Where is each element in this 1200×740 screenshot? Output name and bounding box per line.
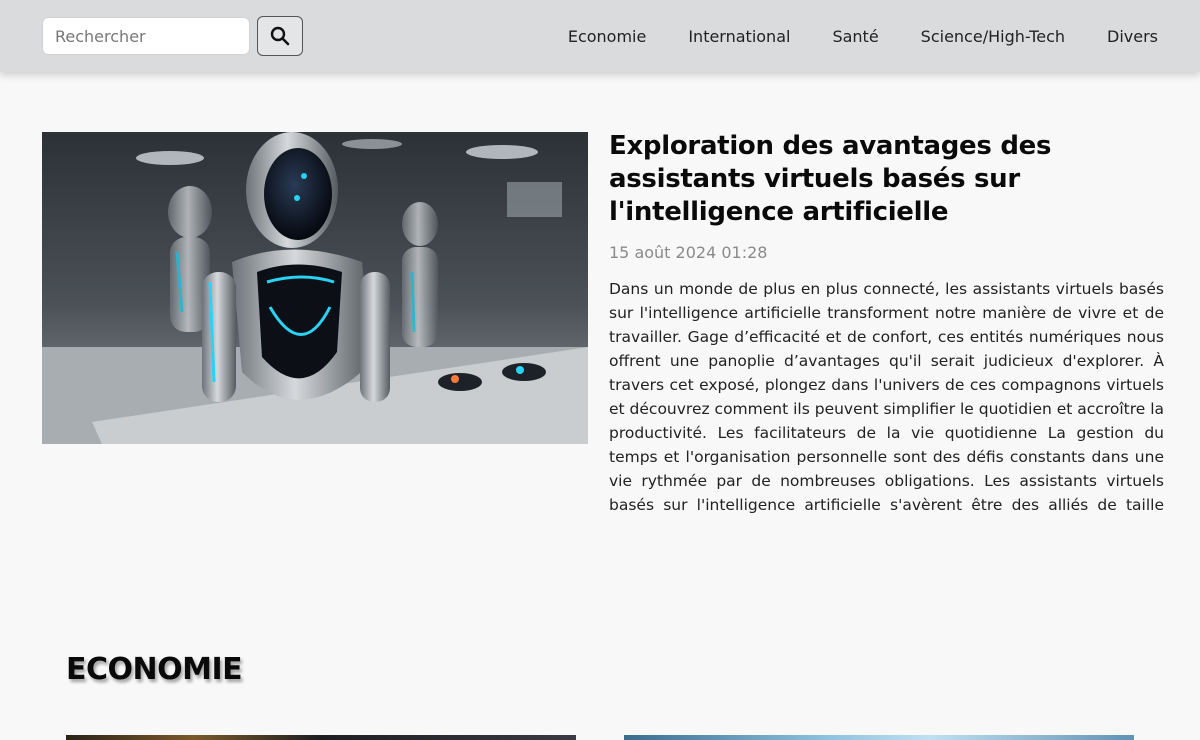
nav-economie[interactable]: Economie bbox=[568, 27, 647, 46]
search-button[interactable] bbox=[257, 16, 303, 56]
section-title-economie: ECONOMIE bbox=[66, 652, 243, 687]
search-icon bbox=[270, 26, 290, 46]
nav-international[interactable]: International bbox=[688, 27, 790, 46]
nav-science-high-tech[interactable]: Science/High-Tech bbox=[921, 27, 1065, 46]
economie-card-image[interactable] bbox=[66, 735, 576, 740]
featured-article-excerpt: Dans un monde de plus en plus connecté, … bbox=[609, 280, 1164, 514]
economie-card-image[interactable] bbox=[624, 735, 1134, 740]
featured-article-title[interactable]: Exploration des avantages des assistants… bbox=[609, 130, 1164, 229]
featured-article-date: 15 août 2024 01:28 bbox=[609, 243, 768, 262]
main-nav: Economie International Santé Science/Hig… bbox=[526, 0, 1158, 72]
nav-sante[interactable]: Santé bbox=[832, 27, 878, 46]
featured-article-image[interactable] bbox=[42, 132, 588, 444]
nav-divers[interactable]: Divers bbox=[1107, 27, 1158, 46]
top-navbar: Economie International Santé Science/Hig… bbox=[0, 0, 1200, 72]
search-input[interactable] bbox=[42, 17, 250, 55]
robot-photo bbox=[42, 132, 588, 444]
